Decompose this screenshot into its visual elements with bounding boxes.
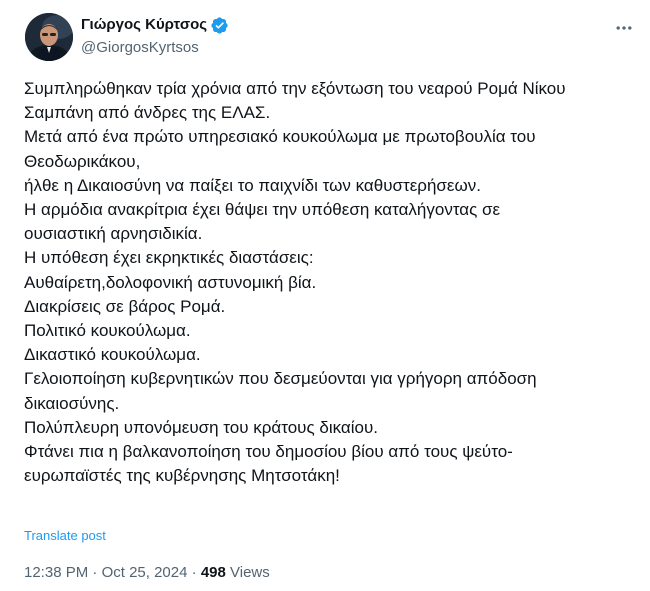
more-options-icon[interactable] [613,17,635,39]
post-text-line: Θεοδωρικάκου, [24,151,141,171]
display-name-row: Γιώργος Κύρτσος [81,15,229,35]
post-text-line: ήλθε η Δικαιοσύνη να παίξει το παιχνίδι … [24,175,481,195]
author-names: Γιώργος Κύρτσος @GiorgosKyrtsos [81,15,229,58]
post-header: Γιώργος Κύρτσος @GiorgosKyrtsos [25,13,635,61]
author-handle[interactable]: @GiorgosKyrtsos [81,38,229,58]
views-count[interactable]: 498 [201,564,226,581]
post-text-line: Γελοιοποίηση κυβερνητικών που δεσμεύοντα… [24,369,537,389]
verified-badge-icon[interactable] [210,16,229,35]
post-text-line: Δικαστικό κουκούλωμα. [24,345,201,365]
meta-separator: · [92,564,98,581]
post-text: Συμπληρώθηκαν τρία χρόνια από την εξόντω… [24,77,624,488]
views-label[interactable]: Views [230,564,270,581]
post-time[interactable]: 12:38 PM [24,564,88,581]
post-meta: 12:38 PM · Oct 25, 2024 · 498 Views [24,563,270,583]
post-text-line: ευρωπαϊστές της κυβέρνησης Μητσοτάκη! [24,466,340,486]
avatar[interactable] [25,13,73,61]
post-text-line: ουσιαστική αρνησιδικία. [24,224,203,244]
display-name[interactable]: Γιώργος Κύρτσος [81,15,207,35]
post-text-line: Συμπληρώθηκαν τρία χρόνια από την εξόντω… [24,79,566,98]
post-text-line: Η αρμόδια ανακρίτρια έχει θάψει την υπόθ… [24,200,501,220]
post-date[interactable]: Oct 25, 2024 [102,564,188,581]
post-text-line: Σαμπάνη από άνδρες της ΕΛΑΣ. [24,103,271,123]
avatar-photo [25,13,73,61]
post-text-line: Αυθαίρετη,δολοφονική αστυνομική βία. [24,272,317,292]
post-text-line: Πολιτικό κουκούλωμα. [24,321,191,341]
post-text-line: Φτάνει πια η βαλκανοποίηση του δημοσίου … [24,442,513,462]
post-text-line: Η υπόθεση έχει εκρηκτικές διαστάσεις: [24,248,314,268]
meta-separator: · [191,564,197,581]
translate-post-link[interactable]: Translate post [24,528,106,544]
post-text-line: Διακρίσεις σε βάρος Ρομά. [24,296,226,316]
post-text-line: Πολύπλευρη υπονόμευση του κράτους δικαίο… [24,417,378,437]
post-text-line: δικαιοσύνης. [24,393,120,413]
post-text-line: Μετά από ένα πρώτο υπηρεσιακό κουκούλωμα… [24,127,536,147]
